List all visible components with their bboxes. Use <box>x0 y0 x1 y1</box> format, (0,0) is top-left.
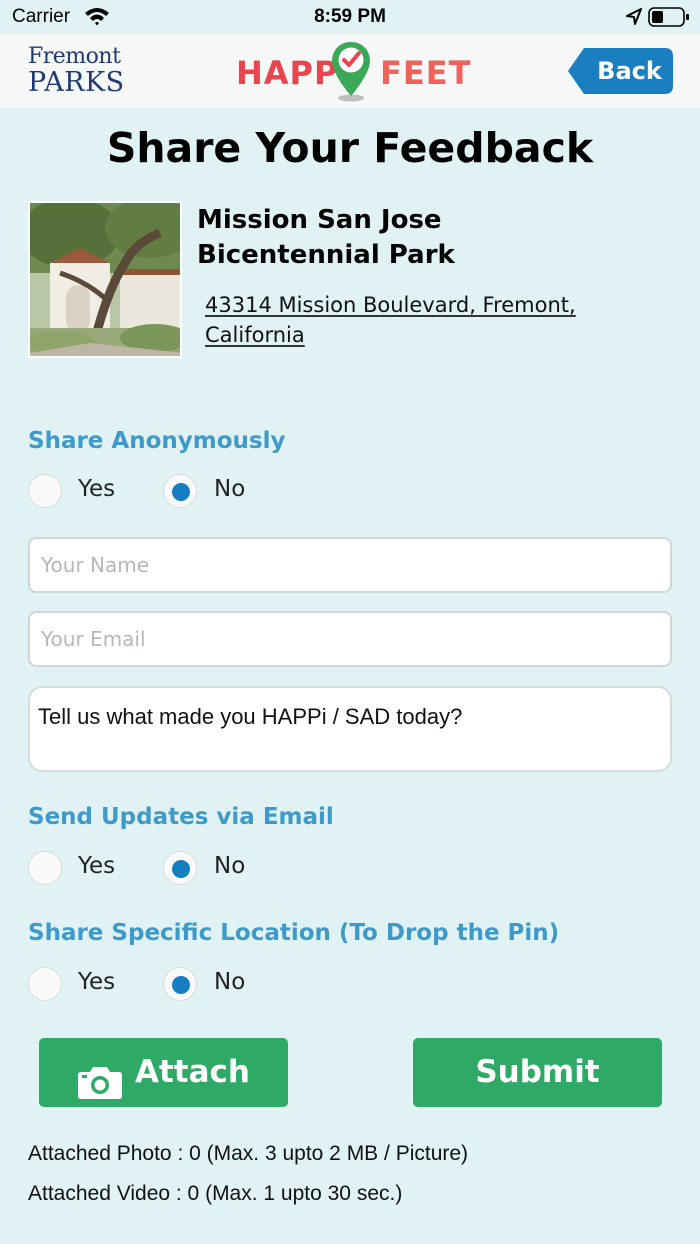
battery-icon <box>648 7 690 33</box>
attach-button[interactable]: Attach <box>39 1038 288 1107</box>
logo-line-2: PARKS <box>28 67 125 98</box>
anonymous-no-radio[interactable] <box>163 474 197 508</box>
nav-header: Fremont PARKS HAPPi FEET Back <box>0 34 700 108</box>
address-line-1: 43314 Mission Boulevard, Fremont, <box>205 293 576 317</box>
park-name-line-2: Bicentennial Park <box>197 240 455 270</box>
updates-yes-radio[interactable] <box>28 851 62 885</box>
page-title: Share Your Feedback <box>106 124 594 172</box>
happi-feet-logo: HAPPi FEET <box>236 38 470 106</box>
status-bar: Carrier 8:59 PM <box>0 0 700 34</box>
name-input[interactable] <box>28 537 672 593</box>
park-name: Mission San Jose Bicentennial Park <box>197 203 657 273</box>
logo-word-feet: FEET <box>380 54 472 92</box>
park-name-line-1: Mission San Jose <box>197 205 442 235</box>
anonymous-yes-radio[interactable] <box>28 474 62 508</box>
logo-line-1: Fremont <box>28 44 121 69</box>
share-anonymously-options: Yes No <box>28 474 328 510</box>
attach-button-label: Attach <box>135 1054 250 1090</box>
park-photo <box>28 201 182 358</box>
location-yes-radio[interactable] <box>28 967 62 1001</box>
attached-photo-info: Attached Photo : 0 (Max. 3 upto 2 MB / P… <box>28 1142 469 1165</box>
back-button-label: Back <box>597 57 662 85</box>
share-location-label: Share Specific Location (To Drop the Pin… <box>28 920 560 946</box>
feedback-textarea[interactable] <box>28 686 672 772</box>
send-updates-label: Send Updates via Email <box>28 804 334 830</box>
location-no-label: No <box>214 969 246 995</box>
share-anonymously-label: Share Anonymously <box>28 428 286 454</box>
camera-icon <box>77 1056 123 1125</box>
clock-time: 8:59 PM <box>314 6 386 27</box>
updates-no-radio[interactable] <box>163 851 197 885</box>
share-location-options: Yes No <box>28 967 328 1003</box>
anonymous-no-label: No <box>214 476 246 502</box>
updates-no-label: No <box>214 853 246 879</box>
submit-button[interactable]: Submit <box>413 1038 662 1107</box>
email-input[interactable] <box>28 611 672 667</box>
updates-yes-label: Yes <box>78 853 116 879</box>
address-line-2: California <box>205 323 305 347</box>
attached-video-info: Attached Video : 0 (Max. 1 upto 30 sec.) <box>28 1182 403 1205</box>
back-button[interactable]: Back <box>568 48 673 94</box>
send-updates-options: Yes No <box>28 851 328 887</box>
location-yes-label: Yes <box>78 969 116 995</box>
fremont-parks-logo: Fremont PARKS <box>28 44 128 98</box>
location-no-radio[interactable] <box>163 967 197 1001</box>
park-address-link[interactable]: 43314 Mission Boulevard, Fremont, Califo… <box>205 290 645 350</box>
map-pin-check-icon <box>330 40 372 106</box>
location-arrow-icon <box>626 8 642 32</box>
anonymous-yes-label: Yes <box>78 476 116 502</box>
